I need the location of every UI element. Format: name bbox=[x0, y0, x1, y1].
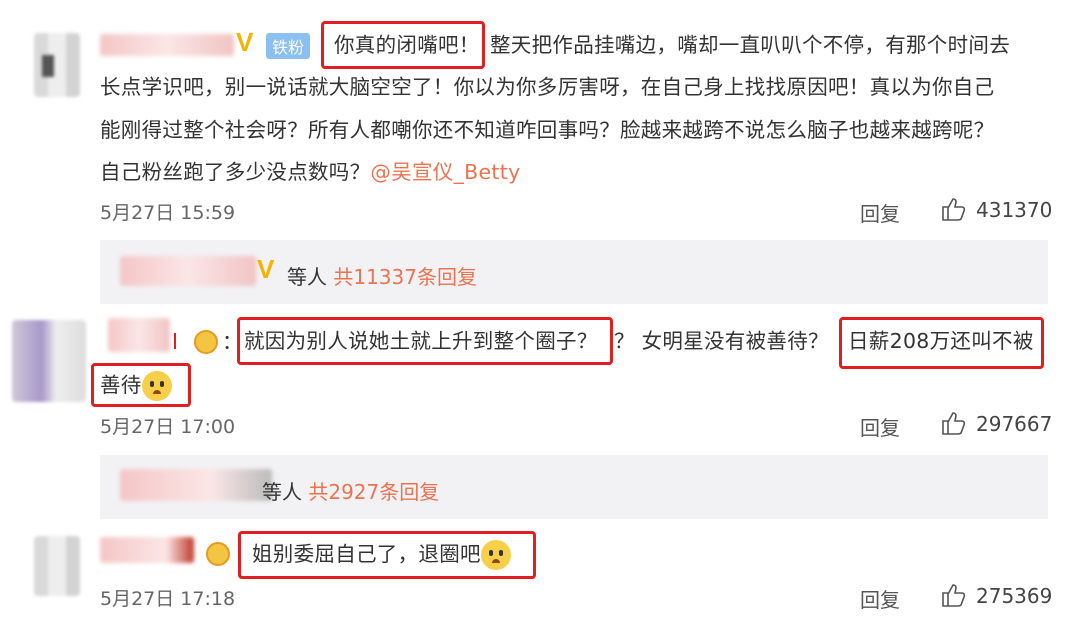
avatar[interactable] bbox=[34, 536, 80, 596]
verified-v-icon: V bbox=[236, 27, 254, 57]
reply-button[interactable]: 回复 bbox=[860, 198, 900, 227]
comment-time: 5月27日 17:18 bbox=[100, 588, 236, 610]
like-icon[interactable] bbox=[940, 582, 966, 608]
crown-badge-icon bbox=[206, 542, 230, 566]
comment-highlight: 善待 bbox=[100, 368, 172, 403]
fan-badge: 铁粉 bbox=[266, 33, 311, 59]
comment-time: 5月27日 17:00 bbox=[100, 416, 236, 438]
verified-v-icon: V bbox=[257, 254, 275, 284]
comment-highlight: 就因为别人说她土就上升到整个圈子？ bbox=[244, 329, 598, 353]
username[interactable] bbox=[100, 537, 194, 563]
comment-highlight: 你真的闭嘴吧！ bbox=[334, 33, 480, 57]
reply-summary-text[interactable]: 等人 共11337条回复 bbox=[287, 261, 477, 290]
replier-name bbox=[120, 469, 272, 501]
avatar[interactable] bbox=[34, 33, 80, 97]
reply-summary-text[interactable]: 等人 共2927条回复 bbox=[262, 476, 439, 505]
comment-text-line: ？ 女明星没有被善待？ bbox=[614, 329, 829, 353]
comment-time: 5月27日 15:59 bbox=[100, 202, 236, 224]
username[interactable] bbox=[108, 318, 170, 352]
comment-highlight: 姐别委屈自己了，退圈吧 bbox=[252, 537, 511, 572]
comment-text-line: 能刚得过整个社会呀？所有人都嘲你还不知道咋回事吗？脸越来越跨不说怎么脑子也越来越… bbox=[100, 118, 995, 142]
like-count: 275369 bbox=[976, 584, 1053, 608]
like-count: 297667 bbox=[976, 412, 1053, 436]
sad-emoji-icon bbox=[480, 540, 511, 570]
comment-text-line: 自己粉丝跑了多少没点数吗？@吴宣仪_Betty bbox=[100, 160, 521, 184]
reply-button[interactable]: 回复 bbox=[860, 412, 900, 441]
like-icon[interactable] bbox=[940, 196, 966, 222]
crown-badge-icon bbox=[194, 330, 218, 354]
red-bar-icon bbox=[174, 333, 176, 349]
like-icon[interactable] bbox=[940, 410, 966, 436]
mention-link[interactable]: @吴宣仪_Betty bbox=[370, 160, 520, 184]
username[interactable] bbox=[100, 34, 234, 56]
comment-text-line: 长点学识吧，别一说话就大脑空空了！你以为你多厉害呀，在自己身上找找原因吧！真以为… bbox=[100, 75, 995, 99]
comment-text-line: 整天把作品挂嘴边，嘴却一直叭叭个不停，有那个时间去 bbox=[490, 33, 1010, 57]
reply-button[interactable]: 回复 bbox=[860, 584, 900, 613]
confused-emoji-icon bbox=[141, 371, 172, 401]
avatar[interactable] bbox=[12, 320, 86, 402]
comment-highlight: 日薪208万还叫不被 bbox=[848, 329, 1034, 353]
replier-name bbox=[120, 256, 256, 286]
like-count: 431370 bbox=[976, 198, 1053, 222]
